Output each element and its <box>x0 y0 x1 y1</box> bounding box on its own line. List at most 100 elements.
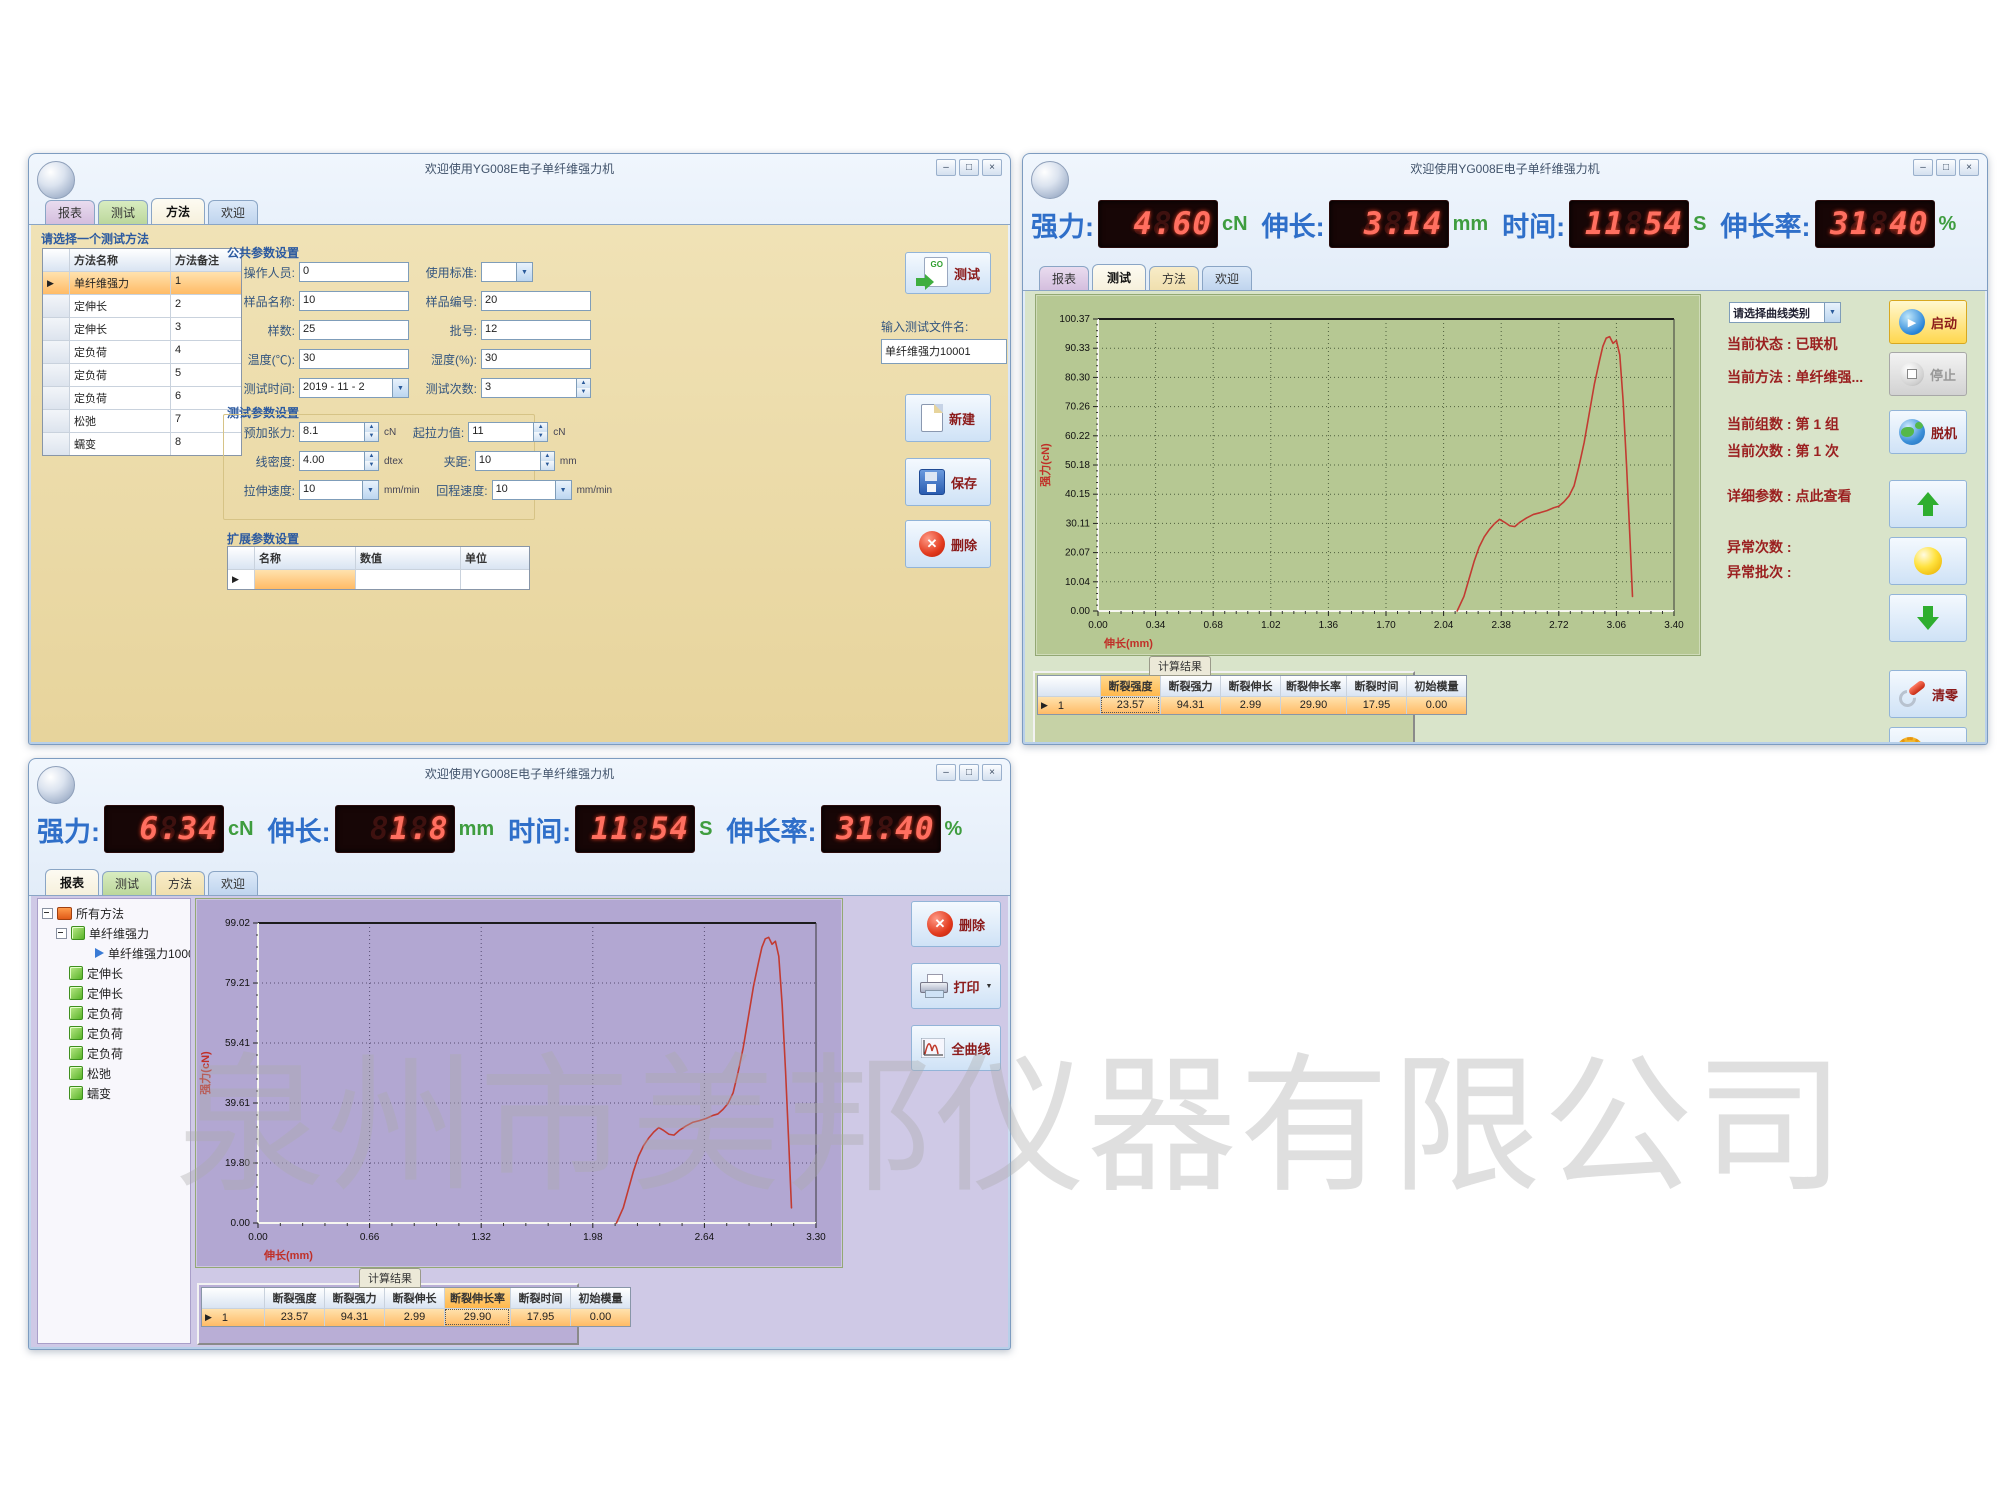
tree-item[interactable]: 松弛 <box>38 1063 190 1083</box>
table-cell[interactable] <box>254 569 355 589</box>
table-row[interactable]: 定伸长2 <box>43 294 241 317</box>
table-col-header[interactable]: 断裂强度 <box>264 1288 324 1308</box>
tab-3[interactable]: 欢迎 <box>1202 266 1252 290</box>
spinner-up-icon[interactable]: ▲ <box>577 379 590 388</box>
param-input[interactable]: 25 <box>299 320 409 340</box>
table-cell[interactable]: 29.90 <box>1280 696 1346 714</box>
chevron-down-icon[interactable]: ▼ <box>362 481 378 499</box>
full-curve-button[interactable]: 全曲线 <box>911 1025 1001 1071</box>
table-cell[interactable] <box>355 569 460 589</box>
tree-item[interactable]: 定伸长 <box>38 983 190 1003</box>
print-button[interactable]: 打印 ▼ <box>911 963 1001 1009</box>
tab-2[interactable]: 方法 <box>151 198 205 224</box>
tab-0[interactable]: 报表 <box>45 200 95 224</box>
table-col-header[interactable]: 断裂时间 <box>1346 676 1406 696</box>
offline-button[interactable]: 脱机 <box>1889 410 1967 454</box>
param-input[interactable]: 3▲▼ <box>481 378 591 398</box>
spinner-up-icon[interactable]: ▲ <box>541 452 554 461</box>
spinner-up-icon[interactable]: ▲ <box>365 423 378 432</box>
spinner-control[interactable]: ▲▼ <box>576 379 590 397</box>
table-cell[interactable]: 蠕变 <box>69 432 170 455</box>
param-input[interactable]: 20 <box>481 291 591 311</box>
spinner-control[interactable]: ▲▼ <box>364 423 378 441</box>
table-cell[interactable]: 定负荷 <box>69 340 170 363</box>
table-row[interactable]: ▶123.5794.312.9929.9017.950.00 <box>202 1308 630 1326</box>
table-col-header[interactable]: 断裂伸长率 <box>1280 676 1346 696</box>
table-cell[interactable]: 定伸长 <box>69 294 170 317</box>
spinner-down-icon[interactable]: ▼ <box>541 461 554 470</box>
table-col-header[interactable]: 名称 <box>254 547 355 569</box>
table-col-header[interactable]: 断裂强力 <box>324 1288 384 1308</box>
param-input[interactable]: 12 <box>481 320 591 340</box>
tab-3[interactable]: 欢迎 <box>208 200 258 224</box>
tree-leaf[interactable]: 单纤维强力10001 <box>38 943 190 963</box>
param-input[interactable]: ▼ <box>481 262 533 282</box>
table-cell[interactable]: 0.00 <box>570 1308 630 1326</box>
tab-1[interactable]: 测试 <box>1092 264 1146 290</box>
spinner-control[interactable]: ▲▼ <box>364 452 378 470</box>
param-input[interactable]: 2019 - 11 - 2▼ <box>299 378 409 398</box>
tree-root[interactable]: 所有方法 <box>38 903 190 923</box>
zero-clear-button[interactable]: 清零 <box>1889 670 1967 718</box>
tree-item[interactable]: 定负荷 <box>38 1043 190 1063</box>
table-row[interactable]: 定负荷4 <box>43 340 241 363</box>
table-cell[interactable]: 23.57 <box>264 1308 324 1326</box>
table-col-header[interactable]: 方法名称 <box>69 249 170 271</box>
table-cell[interactable]: 29.90 <box>444 1308 510 1326</box>
send-params-button[interactable]: 发送参数 <box>1889 727 1967 742</box>
table-cell[interactable]: 17.95 <box>510 1308 570 1326</box>
table-cell[interactable]: 23.57 <box>1100 696 1160 714</box>
tab-0[interactable]: 报表 <box>45 869 99 895</box>
tree-item[interactable]: 蠕变 <box>38 1083 190 1103</box>
chevron-down-icon[interactable]: ▼ <box>555 481 571 499</box>
table-col-header[interactable]: 断裂强度 <box>1100 676 1160 696</box>
tab-2[interactable]: 方法 <box>155 871 205 895</box>
chevron-down-icon[interactable]: ▼ <box>516 263 532 281</box>
table-cell[interactable]: 2.99 <box>1220 696 1280 714</box>
param-input[interactable]: 10▲▼ <box>475 451 555 471</box>
tab-2[interactable]: 方法 <box>1149 266 1199 290</box>
table-row[interactable]: 定伸长3 <box>43 317 241 340</box>
table-row[interactable]: 蠕变8 <box>43 432 241 455</box>
stop-button[interactable]: 停止 <box>1889 352 1967 396</box>
tree-item[interactable]: 定伸长 <box>38 963 190 983</box>
start-button[interactable]: ▶ 启动 <box>1889 300 1967 344</box>
param-input[interactable]: 4.00▲▼ <box>299 451 379 471</box>
table-row[interactable]: 定负荷5 <box>43 363 241 386</box>
spinner-down-icon[interactable]: ▼ <box>534 432 547 441</box>
param-input[interactable]: 11▲▼ <box>468 422 548 442</box>
spinner-up-icon[interactable]: ▲ <box>534 423 547 432</box>
table-cell[interactable]: 17.95 <box>1346 696 1406 714</box>
table-col-header[interactable]: 断裂伸长 <box>1220 676 1280 696</box>
param-input[interactable]: 30 <box>299 349 409 369</box>
test-button[interactable]: GO 测试 <box>905 252 991 294</box>
table-col-header[interactable]: 单位 <box>460 547 529 569</box>
tab-1[interactable]: 测试 <box>102 871 152 895</box>
jog-down-button[interactable] <box>1889 594 1967 642</box>
table-col-header[interactable]: 断裂伸长率 <box>444 1288 510 1308</box>
table-cell[interactable]: 单纤维强力 <box>69 271 170 294</box>
spinner-down-icon[interactable]: ▼ <box>577 388 590 397</box>
spinner-control[interactable]: ▲▼ <box>533 423 547 441</box>
table-cell[interactable]: 94.31 <box>1160 696 1220 714</box>
table-cell[interactable]: 定负荷 <box>69 363 170 386</box>
param-input[interactable]: 0 <box>299 262 409 282</box>
tree-item[interactable]: 定负荷 <box>38 1023 190 1043</box>
spinner-down-icon[interactable]: ▼ <box>365 461 378 470</box>
table-col-header[interactable]: 断裂强力 <box>1160 676 1220 696</box>
table-cell[interactable]: 94.31 <box>324 1308 384 1326</box>
close-button[interactable]: × <box>982 159 1002 176</box>
table-cell[interactable] <box>460 569 529 589</box>
new-button[interactable]: 新建 <box>905 394 991 442</box>
filename-input[interactable]: 单纤维强力10001 <box>881 339 1007 364</box>
close-button[interactable]: × <box>982 764 1002 781</box>
maximize-button[interactable]: □ <box>959 764 979 781</box>
close-button[interactable]: × <box>1959 159 1979 176</box>
param-input[interactable]: 30 <box>481 349 591 369</box>
table-col-header[interactable]: 数值 <box>355 547 460 569</box>
param-input[interactable]: 10 <box>299 291 409 311</box>
save-button[interactable]: 保存 <box>905 458 991 506</box>
table-col-header[interactable]: 初始模量 <box>1406 676 1466 696</box>
table-row[interactable]: 松弛7 <box>43 409 241 432</box>
curve-type-select[interactable]: 请选择曲线类别 ▼ <box>1729 302 1841 323</box>
